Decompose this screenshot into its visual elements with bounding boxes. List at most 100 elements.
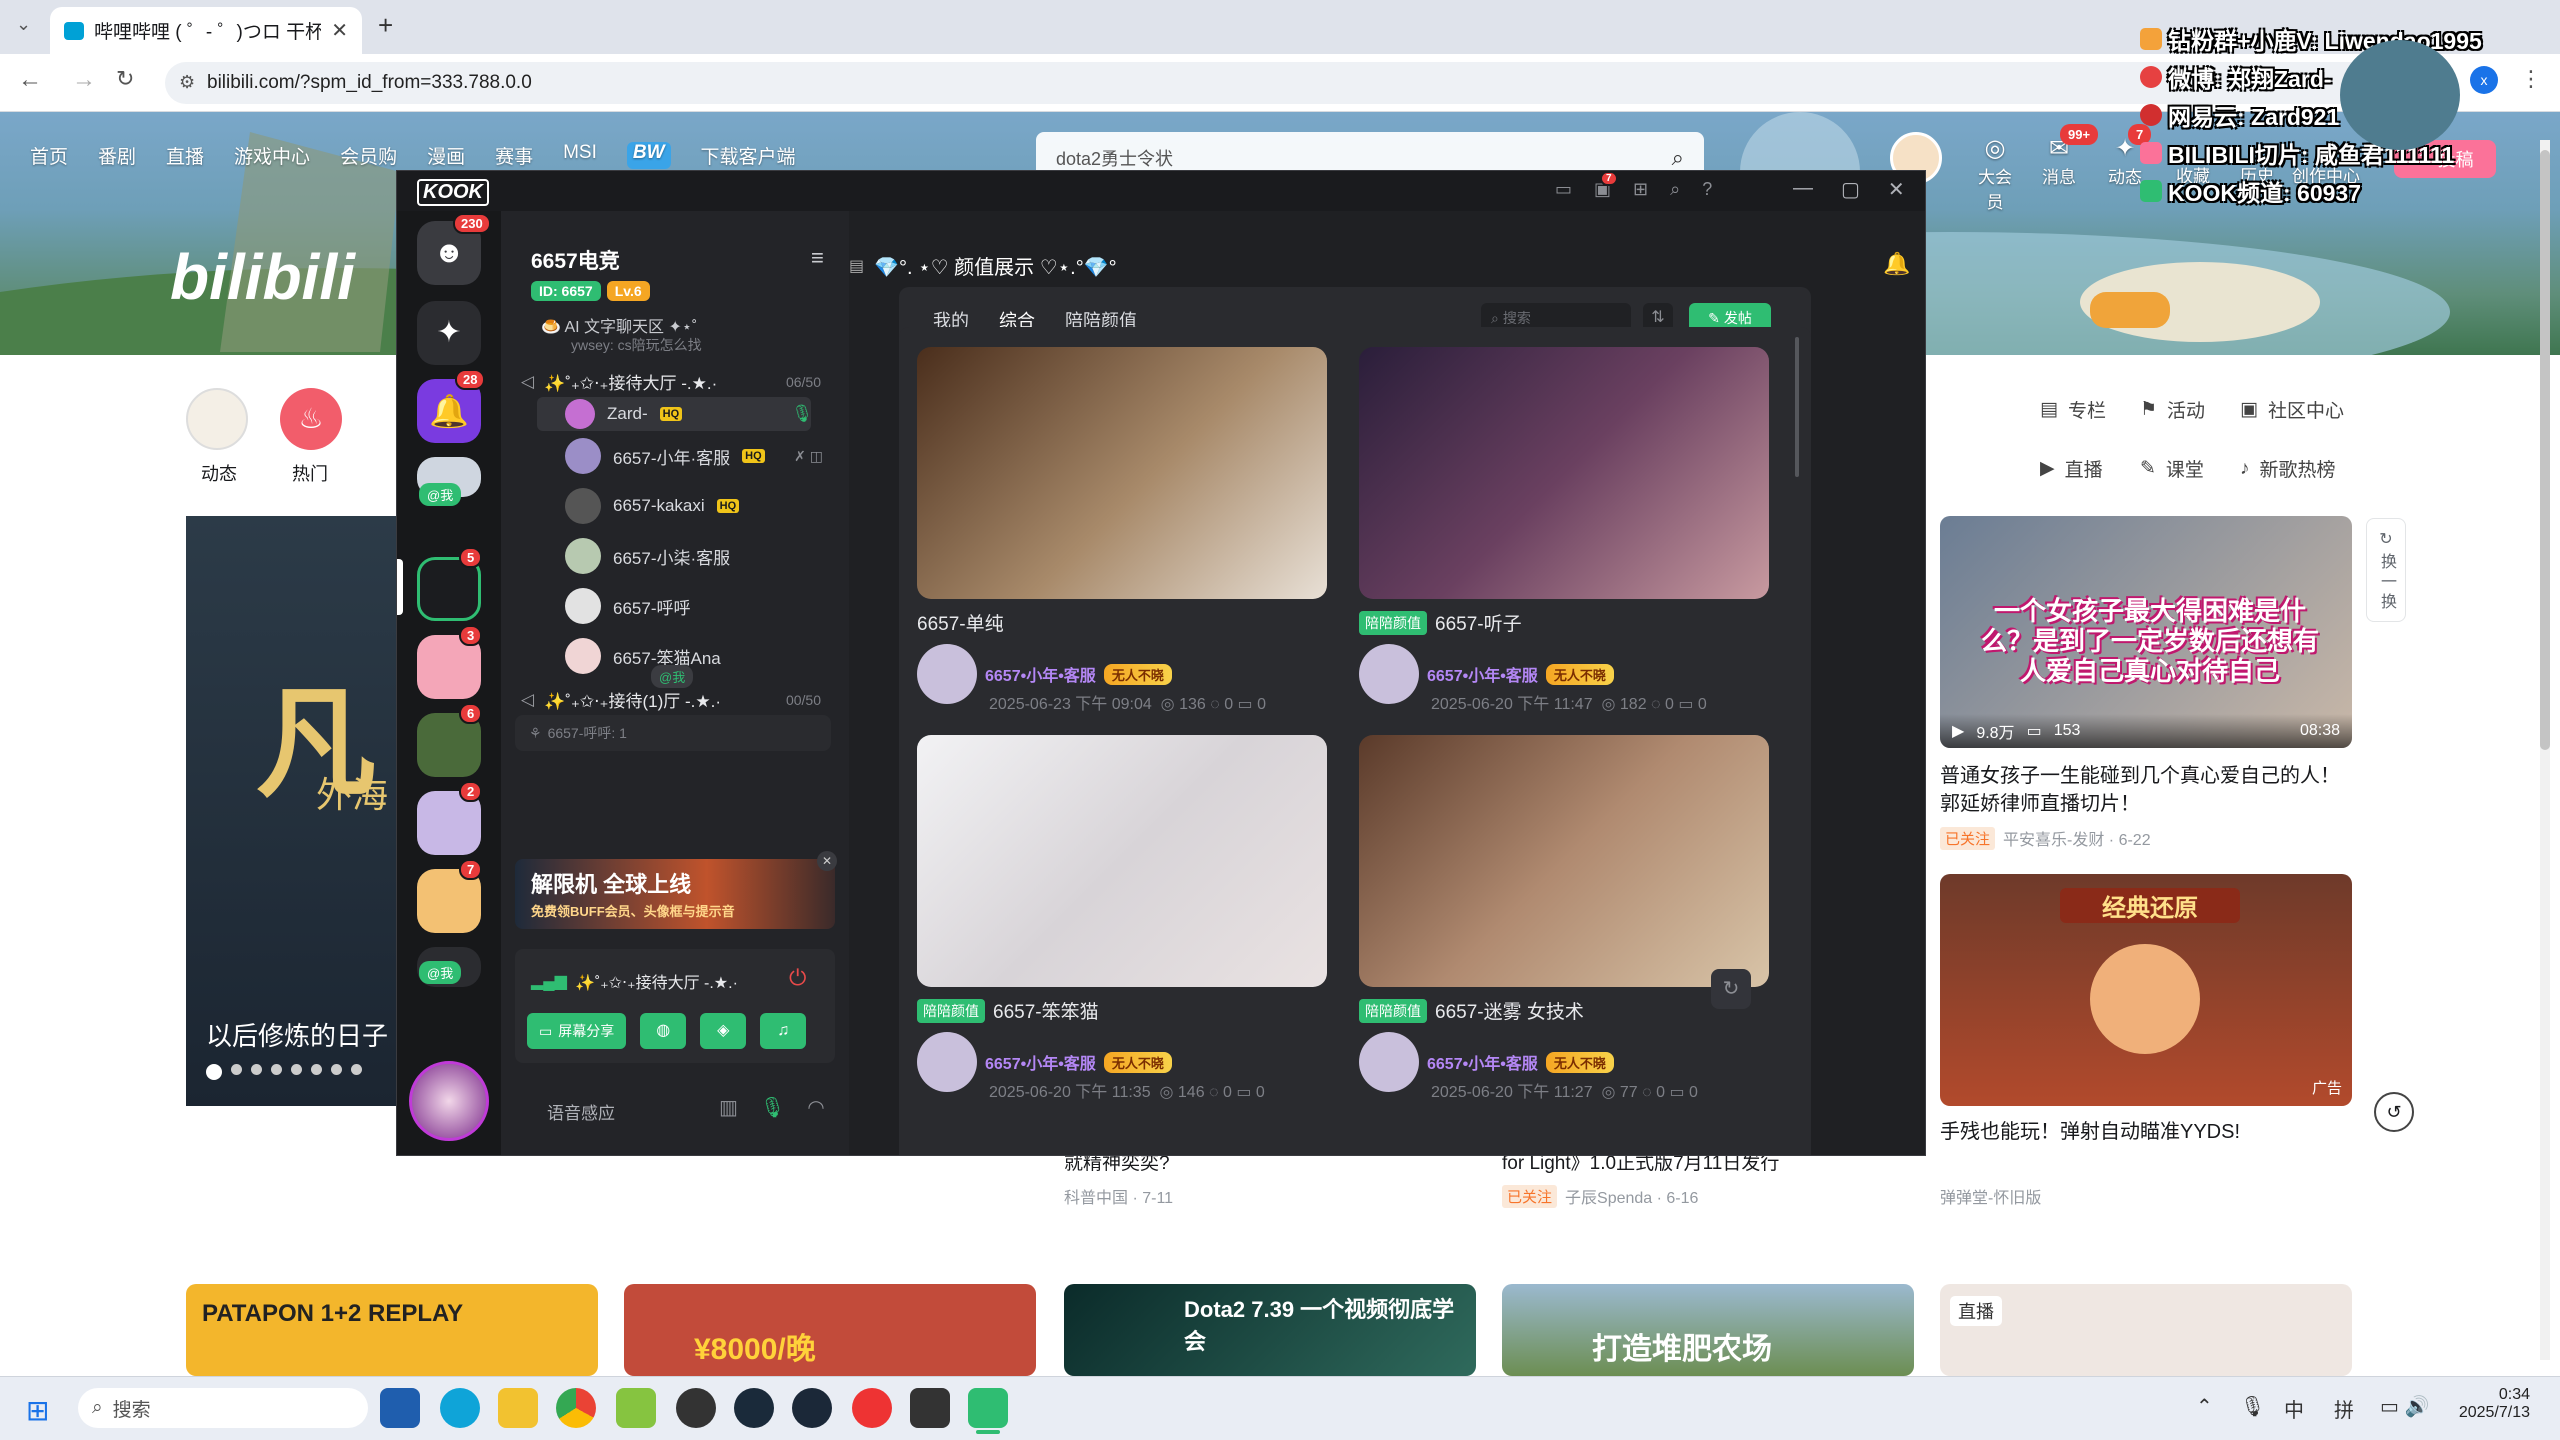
bottom-thumb-1[interactable]: PATAPON 1+2 REPLAY bbox=[186, 1284, 598, 1376]
app-icon-1[interactable] bbox=[380, 1388, 420, 1428]
nav-esports[interactable]: 赛事 bbox=[495, 142, 533, 169]
video-card-1-thumb[interactable]: 一个女孩子最大得困难是什么？是到了一定岁数后还想有人爱自己真心对待自己 ▶ 9.8… bbox=[1940, 516, 2352, 748]
video-card-1-meta[interactable]: 已关注 平安喜乐-发财 · 6-22 bbox=[1940, 826, 2151, 850]
taskbar-search[interactable]: ⌕ 搜索 bbox=[78, 1388, 368, 1428]
network-volume-icons[interactable]: ▭ 🔊 bbox=[2380, 1394, 2429, 1419]
screen-share-button[interactable]: ▭ 屏幕分享 bbox=[527, 1013, 627, 1049]
activity-button[interactable]: ◈ bbox=[700, 1013, 747, 1049]
nav-download-client[interactable]: 下载客户端 bbox=[701, 142, 796, 169]
search-icon[interactable]: ⌕ bbox=[1670, 179, 1680, 200]
close-tab-icon[interactable]: ✕ bbox=[331, 18, 348, 43]
post-image[interactable] bbox=[1359, 735, 1769, 987]
site-info-icon[interactable]: ⚙ bbox=[179, 72, 195, 93]
post-image[interactable] bbox=[917, 347, 1327, 599]
store-icon[interactable]: ▭ bbox=[1555, 179, 1572, 200]
link-music[interactable]: ♪ 新歌热榜 bbox=[2240, 455, 2380, 482]
soundboard-icon[interactable]: ▥ bbox=[719, 1095, 738, 1120]
ad-card-title[interactable]: 手残也能玩！弹射自动瞄准YYDS! bbox=[1940, 1118, 2350, 1146]
ad-card-thumb[interactable]: 经典还原 广告 bbox=[1940, 874, 2352, 1106]
discover-icon[interactable]: ✦ bbox=[417, 301, 481, 365]
hero-carousel[interactable]: 凡 外海 以后修炼的日子 bbox=[186, 516, 396, 1106]
chrome-icon[interactable] bbox=[556, 1388, 596, 1428]
browser-tab[interactable]: 哔哩哔哩 ( ゜- ゜)つロ 干杯~-b ✕ bbox=[50, 7, 362, 54]
nav-game-center[interactable]: 游戏中心 bbox=[234, 142, 310, 169]
reload-icon[interactable]: ↻ bbox=[116, 66, 134, 92]
ad-banner[interactable]: 解限机 全球上线 免费领BUFF会员、头像框与提示音 bbox=[515, 859, 835, 929]
app-icon-dark[interactable] bbox=[676, 1388, 716, 1428]
music-button[interactable]: ♫ bbox=[760, 1013, 807, 1049]
text-channel-partial[interactable]: 🍮 AI 文字聊天区 ✦⋆˚ bbox=[541, 315, 697, 337]
at-me-chip[interactable]: @我 bbox=[651, 665, 694, 688]
link-column[interactable]: ▤ 专栏 bbox=[2040, 396, 2140, 423]
post-image[interactable] bbox=[1359, 347, 1769, 599]
at-me-badge-1[interactable]: @我 bbox=[419, 483, 462, 506]
url-field[interactable]: ⚙ bilibili.com/?spm_id_from=333.788.0.0 bbox=[165, 62, 2415, 104]
help-icon[interactable]: ? bbox=[1702, 179, 1712, 200]
ad-card-meta[interactable]: 弹弹堂-怀旧版 bbox=[1940, 1184, 2041, 1208]
feed-scrollbar[interactable] bbox=[1795, 337, 1799, 477]
tray-chevron-icon[interactable]: ⌃ bbox=[2196, 1394, 2213, 1419]
member-kakaxi[interactable]: 6657-kakaxi HQ bbox=[501, 481, 849, 531]
carousel-dots[interactable] bbox=[206, 1064, 362, 1080]
inbox-icon[interactable]: ▣ 7 bbox=[1594, 171, 1618, 200]
my-avatar[interactable] bbox=[409, 1061, 489, 1141]
netease-music-icon[interactable] bbox=[852, 1388, 892, 1428]
video-meta-fragment-1[interactable]: 科普中国 · 7-11 bbox=[1064, 1184, 1173, 1208]
link-activity[interactable]: ⚑ 活动 bbox=[2140, 396, 2240, 423]
steam-icon[interactable] bbox=[792, 1388, 832, 1428]
nav-msi[interactable]: MSI bbox=[563, 142, 597, 169]
quick-hot-label[interactable]: 热门 bbox=[292, 460, 328, 486]
back-to-top-icon[interactable]: ↺ bbox=[2374, 1092, 2414, 1132]
clock[interactable]: 0:34 2025/7/13 bbox=[2440, 1386, 2530, 1422]
member-zard[interactable]: Zard- HQ 🎙 bbox=[501, 397, 849, 431]
nav-home[interactable]: 首页 bbox=[30, 142, 68, 169]
tab-list-icon[interactable]: ⌄ bbox=[16, 14, 31, 35]
dynamic-avatar[interactable] bbox=[186, 388, 248, 450]
link-community[interactable]: ▣ 社区中心 bbox=[2240, 396, 2380, 423]
headphones-icon[interactable]: ◠ bbox=[807, 1095, 824, 1120]
member-xiaonian[interactable]: 6657-小年·客服 HQ ✗ ◫ bbox=[501, 431, 849, 481]
bottom-thumb-5[interactable]: 直播 bbox=[1940, 1284, 2352, 1376]
file-explorer-icon[interactable] bbox=[498, 1388, 538, 1428]
refresh-feed-icon[interactable]: ↻ bbox=[1711, 969, 1751, 1009]
nav-manga[interactable]: 漫画 bbox=[427, 142, 465, 169]
app-icon-teal[interactable] bbox=[734, 1388, 774, 1428]
server-menu-icon[interactable]: ≡ bbox=[811, 245, 824, 271]
new-tab-icon[interactable]: + bbox=[378, 10, 393, 41]
quick-dynamic-label[interactable]: 动态 bbox=[201, 460, 237, 486]
ime-mode[interactable]: 中 bbox=[2284, 1394, 2304, 1423]
video-card-1-title[interactable]: 普通女孩子一生能碰到几个真心爱自己的人！郭延娇律师直播切片！ bbox=[1940, 762, 2350, 818]
search-icon[interactable]: ⌕ bbox=[1672, 145, 1684, 171]
bilibili-logo[interactable]: bilibili bbox=[170, 240, 355, 314]
app-icon-c[interactable] bbox=[910, 1388, 950, 1428]
chat-preview[interactable]: ⚘ 6657-呼呼: 1 bbox=[515, 715, 831, 751]
maximize-icon[interactable]: ▢ bbox=[1841, 177, 1860, 202]
minimize-icon[interactable]: — bbox=[1793, 177, 1813, 202]
nav-vip[interactable]: ◎ 大会员 bbox=[1970, 134, 2020, 213]
back-icon[interactable]: ← bbox=[18, 66, 42, 94]
nav-mall[interactable]: 会员购 bbox=[340, 142, 397, 169]
app-icon-frog[interactable] bbox=[616, 1388, 656, 1428]
close-icon[interactable]: ✕ bbox=[1888, 177, 1905, 202]
forward-icon[interactable]: → bbox=[72, 66, 96, 94]
page-scrollbar[interactable] bbox=[2540, 140, 2550, 1360]
member-xiaoqi[interactable]: 6657-小柒·客服 bbox=[501, 531, 849, 581]
at-me-badge-2[interactable]: @我 bbox=[419, 961, 462, 984]
hot-fire-icon[interactable]: ♨ bbox=[280, 388, 342, 450]
refresh-button[interactable]: ↻ 换一换 bbox=[2366, 518, 2406, 622]
link-class[interactable]: ✎ 课堂 bbox=[2140, 455, 2240, 482]
tray-mic-icon[interactable]: 🎙 bbox=[2240, 1394, 2265, 1419]
ad-close-icon[interactable]: ✕ bbox=[817, 851, 837, 871]
post-card[interactable]: 6657-单纯 6657•小年•客服 无人不晓 2025-06-23 下午 09:… bbox=[917, 347, 1327, 714]
video-meta-fragment-2[interactable]: 已关注 子辰Spenda · 6-16 bbox=[1502, 1184, 1698, 1208]
apps-icon[interactable]: ⊞ bbox=[1633, 179, 1648, 200]
voice-channel-1[interactable]: ◁ ✨˚₊✩‧₊接待大厅 -.★.· 06/50 bbox=[521, 369, 821, 394]
bottom-thumb-3[interactable]: Dota2 7.39 一个视频彻底学会 bbox=[1064, 1284, 1476, 1376]
disconnect-icon[interactable]: ⏻ bbox=[789, 965, 806, 991]
server-name[interactable]: 6657电竞 bbox=[531, 245, 620, 275]
voice-channel-2[interactable]: ◁ ✨˚₊✩‧₊接待(1)厅 -.★.· 00/50 bbox=[521, 687, 821, 712]
ime-pinyin[interactable]: 拼 bbox=[2334, 1394, 2354, 1423]
post-card[interactable]: 陪陪颜值 6657-笨笨猫 6657•小年•客服 无人不晓 2025-06-20 下… bbox=[917, 735, 1327, 1102]
voice-mode-label[interactable]: 语音感应 bbox=[547, 1099, 615, 1124]
member-huhu[interactable]: 6657-呼呼 bbox=[501, 581, 849, 631]
